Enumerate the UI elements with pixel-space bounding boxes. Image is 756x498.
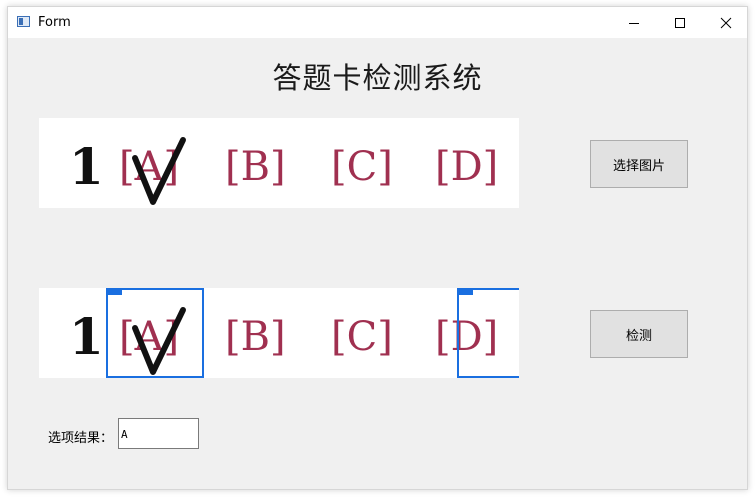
option-b: [B] (225, 314, 286, 360)
option-b: [B] (225, 144, 286, 190)
close-button[interactable] (703, 7, 749, 38)
option-d: [D] (435, 144, 498, 190)
app-window-icon (17, 16, 30, 27)
original-image-panel: 1 [A] [B] [C] [D] (39, 118, 519, 208)
maximize-button[interactable] (657, 7, 703, 38)
close-icon (720, 17, 732, 28)
option-c: [C] (331, 314, 393, 360)
detection-box-a (106, 288, 204, 378)
title-bar[interactable]: Form (8, 7, 747, 38)
minimize-button[interactable] (611, 7, 657, 38)
maximize-icon (675, 17, 685, 28)
result-label: 选项结果： (48, 431, 114, 446)
result-field[interactable]: A (118, 418, 199, 449)
form-window: Form 答题卡检测系统 1 [A] [B] [C] [D] 1 [A] [B]… (7, 6, 748, 490)
question-number: 1 (69, 137, 104, 196)
window-title: Form (38, 15, 71, 30)
page-title: 答题卡检测系统 (272, 61, 483, 95)
answer-sheet-image: 1 [A] [B] [C] [D] (69, 137, 498, 205)
minimize-icon (629, 22, 639, 24)
option-c: [C] (331, 144, 393, 190)
detect-button[interactable]: 检测 (590, 310, 688, 358)
detection-box-d (457, 288, 519, 378)
question-number: 1 (69, 307, 104, 366)
detected-image-panel: 1 [A] [B] [C] [D] (39, 288, 519, 378)
select-image-button[interactable]: 选择图片 (590, 140, 688, 188)
